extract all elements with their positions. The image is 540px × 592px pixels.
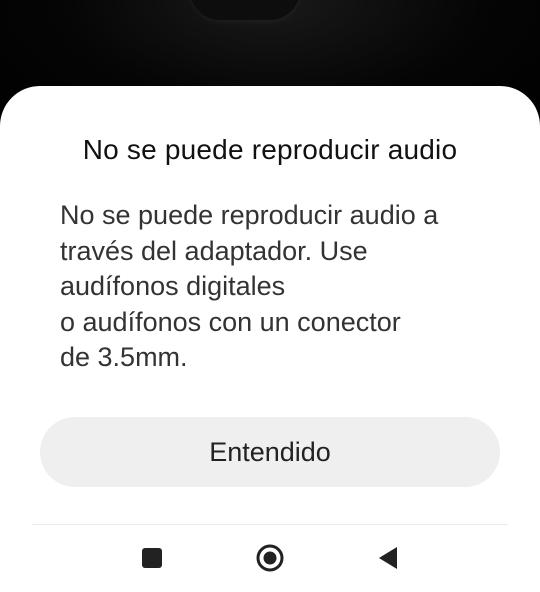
confirm-button[interactable]: Entendido [40,417,500,487]
recents-square-icon [142,548,162,568]
dialog-message-line: No se puede reproducir audio a [60,200,439,230]
dialog-message-line: través del adaptador. Use [60,235,368,266]
dialog-message-line: o audífonos con un conector [60,306,401,337]
dialog-title: No se puede reproducir audio [82,134,458,165]
dialog-message-line: de 3.5mm. [60,342,188,372]
recents-button[interactable] [130,536,174,580]
background-graphic [190,0,300,20]
dialog-message-line: audífonos digitales [60,271,286,301]
back-button[interactable] [366,536,410,580]
navbar-divider [32,524,508,525]
home-button[interactable] [248,536,292,580]
system-navigation-bar [0,536,540,580]
back-triangle-icon [379,547,397,569]
home-circle-icon [256,544,284,572]
dialog-message: No se puede reproducir audio a través de… [60,198,500,376]
bottom-sheet-dialog: No se puede reproducir audio No se puede… [0,86,540,592]
